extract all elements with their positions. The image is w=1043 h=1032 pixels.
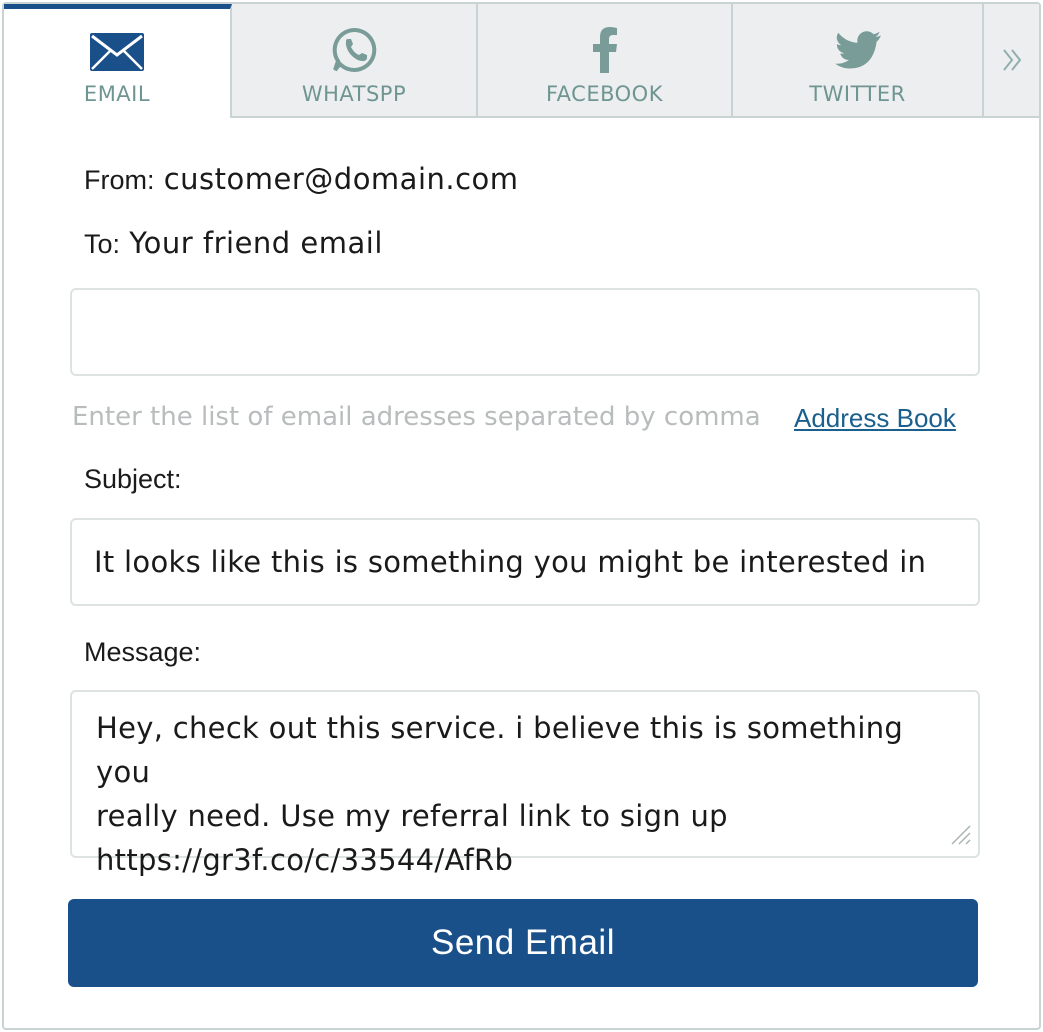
tab-email[interactable]: EMAIL: [4, 4, 232, 118]
address-book-link[interactable]: Address Book: [794, 403, 956, 434]
message-line: https://gr3f.co/c/33544/AfRb: [96, 843, 514, 877]
from-value: customer@domain.com: [163, 162, 519, 196]
resize-handle-icon[interactable]: [948, 822, 972, 850]
tab-whatsapp[interactable]: WHATSPP: [232, 4, 478, 118]
message-line: really need. Use my referral link to sig…: [96, 799, 728, 833]
share-tabs: EMAIL WHATSPP FACEBOOK TWITTER: [4, 4, 1039, 118]
facebook-icon: [592, 22, 618, 78]
tabs-more-button[interactable]: [984, 4, 1039, 118]
tab-facebook[interactable]: FACEBOOK: [478, 4, 733, 118]
to-email-input[interactable]: [70, 288, 980, 376]
send-email-button[interactable]: Send Email: [68, 899, 978, 987]
tab-whatsapp-label: WHATSPP: [301, 82, 407, 106]
message-line: Hey, check out this service. i believe t…: [96, 711, 904, 789]
to-label: To:: [84, 229, 121, 259]
subject-input-value: It looks like this is something you migh…: [94, 545, 927, 579]
to-row: To: Your friend email: [84, 226, 383, 260]
from-label: From:: [84, 165, 155, 195]
double-chevron-right-icon: [1002, 32, 1022, 88]
whatsapp-icon: [330, 22, 378, 78]
envelope-icon: [90, 24, 144, 80]
tab-email-label: EMAIL: [83, 82, 151, 106]
twitter-icon: [834, 22, 881, 78]
tab-twitter[interactable]: TWITTER: [733, 4, 984, 118]
tab-facebook-label: FACEBOOK: [546, 82, 663, 106]
message-textarea[interactable]: Hey, check out this service. i believe t…: [70, 690, 980, 877]
share-panel: EMAIL WHATSPP FACEBOOK TWITTER From: cus…: [2, 2, 1041, 1030]
from-row: From: customer@domain.com: [84, 162, 519, 196]
message-label: Message:: [84, 637, 202, 667]
tab-twitter-label: TWITTER: [809, 82, 906, 106]
to-hint: Enter the list of email adresses separat…: [72, 402, 761, 432]
subject-input[interactable]: It looks like this is something you migh…: [70, 518, 980, 606]
message-text: Hey, check out this service. i believe t…: [96, 706, 966, 882]
subject-label: Subject:: [84, 464, 182, 494]
to-value: Your friend email: [129, 226, 383, 260]
